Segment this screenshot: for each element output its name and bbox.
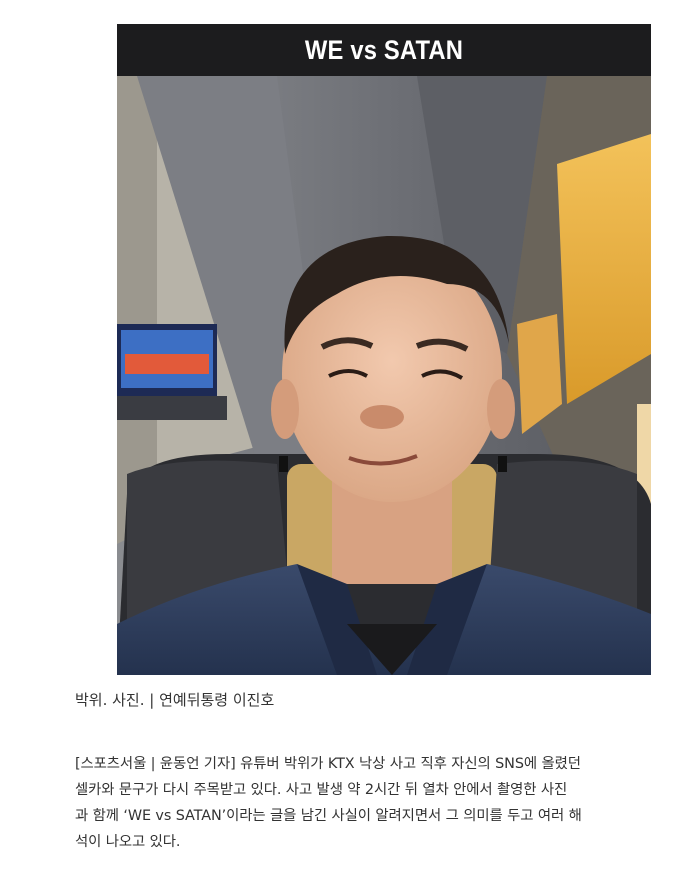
article-photo: WE vs SATAN <box>117 24 651 675</box>
photo-caption: 박위. 사진. | 연예뒤통령 이진호 <box>75 691 275 709</box>
article-line: 석이 나오고 있다. <box>75 834 181 850</box>
selfie-illustration <box>117 24 651 675</box>
article-page: WE vs SATAN 박위. 사진. | 연예뒤통령 이진호 [스포츠서울 |… <box>0 0 700 875</box>
article-line: [스포츠서울 | 윤동언 기자] 유튜버 박위가 KTX 낙상 사고 직후 자신… <box>75 756 581 772</box>
photo-overlay-title: WE vs SATAN <box>304 34 464 65</box>
article-line: 셀카와 문구가 다시 주목받고 있다. 사고 발생 약 2시간 뒤 열차 안에서… <box>75 782 568 798</box>
article-line: 과 함께 ‘WE vs SATAN’이라는 글을 남긴 사실이 알려지면서 그 … <box>75 808 582 824</box>
article-body: [스포츠서울 | 윤동언 기자] 유튜버 박위가 KTX 낙상 사고 직후 자신… <box>75 751 695 855</box>
